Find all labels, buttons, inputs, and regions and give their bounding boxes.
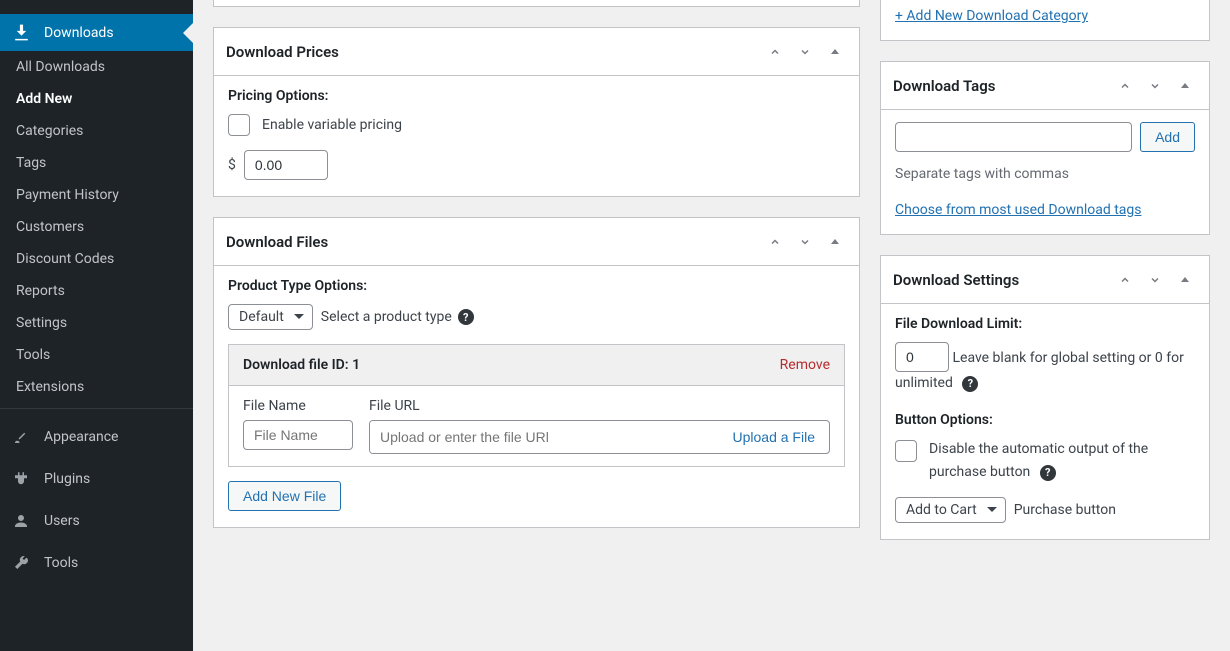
box-header: Download Prices <box>214 28 859 76</box>
download-prices-box: Download Prices Pricing Options: Enable … <box>213 27 860 197</box>
right-column: + Add New Download Category Download Tag… <box>880 0 1210 651</box>
brush-icon <box>10 428 32 446</box>
download-settings-box: Download Settings File Download Limit: L… <box>880 255 1210 540</box>
download-categories-box-partial: + Add New Download Category <box>880 0 1210 41</box>
center-column: Download Prices Pricing Options: Enable … <box>213 0 860 651</box>
add-category-link[interactable]: + Add New Download Category <box>895 8 1088 24</box>
wrench-icon <box>10 554 32 572</box>
choose-tags-link[interactable]: Choose from most used Download tags <box>895 202 1141 218</box>
spacer <box>0 0 193 8</box>
tag-input[interactable] <box>895 122 1132 152</box>
users-icon <box>10 512 32 530</box>
order-up-button[interactable] <box>1113 268 1137 292</box>
downloads-icon <box>10 23 32 42</box>
menu-label: Plugins <box>44 471 90 487</box>
product-type-label: Product Type Options: <box>228 278 845 294</box>
menu-label: Appearance <box>44 429 118 445</box>
product-type-hint: Select a product type <box>321 309 452 325</box>
box-header: Download Files <box>214 218 859 266</box>
sub-settings[interactable]: Settings <box>0 307 193 339</box>
box-title: Download Files <box>226 233 328 251</box>
help-icon[interactable]: ? <box>962 376 978 392</box>
plugin-icon <box>10 470 32 488</box>
menu-appearance[interactable]: Appearance <box>0 419 193 455</box>
product-type-select[interactable]: Default <box>228 304 313 330</box>
upload-file-button[interactable]: Upload a File <box>719 421 830 453</box>
sub-categories[interactable]: Categories <box>0 115 193 147</box>
download-tags-box: Download Tags Add Separate tags with com… <box>880 61 1210 235</box>
disable-purchase-label: Disable the automatic output of the purc… <box>929 441 1148 479</box>
remove-file-link[interactable]: Remove <box>780 357 830 373</box>
pricing-options-label: Pricing Options: <box>228 88 845 104</box>
menu-tools[interactable]: Tools <box>0 545 193 581</box>
menu-users[interactable]: Users <box>0 503 193 539</box>
order-down-button[interactable] <box>1143 268 1167 292</box>
sub-discount-codes[interactable]: Discount Codes <box>0 243 193 275</box>
sub-customers[interactable]: Customers <box>0 211 193 243</box>
menu-label: Tools <box>44 555 78 571</box>
price-input[interactable] <box>244 150 328 180</box>
sub-tags[interactable]: Tags <box>0 147 193 179</box>
downloads-submenu: All Downloads Add New Categories Tags Pa… <box>0 51 193 403</box>
button-options-label: Button Options: <box>895 412 1195 428</box>
file-row: Download file ID: 1 Remove File Name Fil… <box>228 344 845 467</box>
order-down-button[interactable] <box>1143 74 1167 98</box>
currency-symbol: $ <box>228 157 236 173</box>
file-url-input[interactable] <box>370 421 719 453</box>
sub-tools[interactable]: Tools <box>0 339 193 371</box>
file-name-input[interactable] <box>243 420 353 450</box>
admin-sidebar: Downloads All Downloads Add New Categori… <box>0 0 193 651</box>
box-title: Download Tags <box>893 77 995 95</box>
help-icon[interactable]: ? <box>458 309 474 325</box>
purchase-button-select[interactable]: Add to Cart <box>895 497 1006 523</box>
order-up-button[interactable] <box>763 230 787 254</box>
purchase-hint: Purchase button <box>1014 502 1116 518</box>
main-content: Download Prices Pricing Options: Enable … <box>193 0 1230 651</box>
sub-payment-history[interactable]: Payment History <box>0 179 193 211</box>
file-id-label: Download file ID: 1 <box>243 357 360 373</box>
box-title: Download Settings <box>893 271 1019 289</box>
toggle-button[interactable] <box>823 40 847 64</box>
sub-add-new[interactable]: Add New <box>0 83 193 115</box>
toggle-button[interactable] <box>1173 268 1197 292</box>
order-down-button[interactable] <box>793 40 817 64</box>
file-url-label: File URL <box>369 398 830 414</box>
download-limit-input[interactable] <box>895 342 949 372</box>
order-up-button[interactable] <box>1113 74 1137 98</box>
add-new-file-button[interactable]: Add New File <box>228 481 341 511</box>
variable-pricing-checkbox[interactable] <box>228 114 250 136</box>
sub-reports[interactable]: Reports <box>0 275 193 307</box>
order-up-button[interactable] <box>763 40 787 64</box>
box-title: Download Prices <box>226 43 339 61</box>
select-value: Default <box>239 309 284 325</box>
download-files-box: Download Files Product Type Options: Def… <box>213 217 860 528</box>
file-name-label: File Name <box>243 398 353 414</box>
help-icon[interactable]: ? <box>1040 465 1056 481</box>
toggle-button[interactable] <box>1173 74 1197 98</box>
partial-box-top <box>213 0 860 7</box>
menu-downloads[interactable]: Downloads <box>0 14 193 51</box>
tag-hint: Separate tags with commas <box>895 166 1195 182</box>
menu-label: Users <box>44 513 80 529</box>
limit-label: File Download Limit: <box>895 316 1195 332</box>
toggle-button[interactable] <box>823 230 847 254</box>
order-down-button[interactable] <box>793 230 817 254</box>
disable-purchase-button-checkbox[interactable] <box>895 440 917 462</box>
menu-plugins[interactable]: Plugins <box>0 461 193 497</box>
add-tag-button[interactable]: Add <box>1140 122 1195 152</box>
variable-pricing-label: Enable variable pricing <box>262 117 402 133</box>
sub-extensions[interactable]: Extensions <box>0 371 193 403</box>
sub-all-downloads[interactable]: All Downloads <box>0 51 193 83</box>
select-value: Add to Cart <box>906 502 977 518</box>
menu-label: Downloads <box>44 25 114 41</box>
